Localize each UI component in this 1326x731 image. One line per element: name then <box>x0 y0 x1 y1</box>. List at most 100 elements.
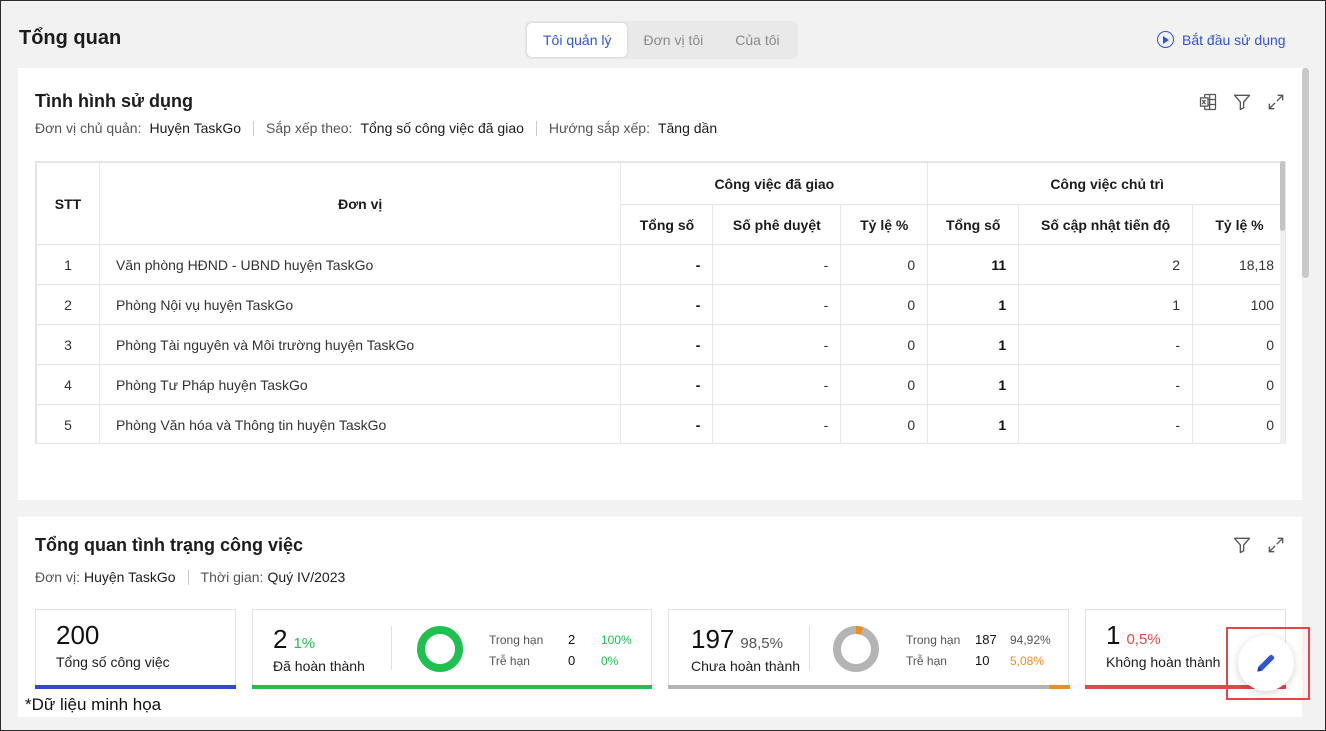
cell-chaired-total: 11 <box>927 244 1020 285</box>
time-label: Thời gian: <box>200 569 264 585</box>
cell-assigned-rate: 0 <box>840 324 929 365</box>
cell-assigned-total: - <box>620 244 714 285</box>
completed-pct: 1% <box>293 635 316 652</box>
cell-unit: Phòng Nội vụ huyện TaskGo <box>98 284 622 325</box>
edit-button[interactable] <box>1238 635 1294 691</box>
usage-table: STT Đơn vị Công việc đã giao Công việc c… <box>36 162 1285 443</box>
cell-unit: Phòng Tư Pháp huyện TaskGo <box>98 364 622 405</box>
header-assigned-approved: Số phê duyệt <box>712 204 842 245</box>
time-value: Quý IV/2023 <box>267 569 346 585</box>
cell-unit: Phòng Tài nguyên và Môi trường huyện Tas… <box>98 324 622 365</box>
cell-chaired-total: 1 <box>927 404 1020 443</box>
late-label: Trễ hạn <box>489 654 530 668</box>
header-chaired-group: Công việc chủ trì <box>927 162 1285 205</box>
usage-tools <box>1198 92 1286 112</box>
cell-stt: 3 <box>36 324 100 365</box>
late-pct: 0% <box>601 654 619 668</box>
excel-export-icon[interactable] <box>1198 92 1218 112</box>
cell-chaired-total: 1 <box>927 324 1020 365</box>
cell-assigned-total: - <box>620 364 714 405</box>
not-completed-label: Không hoàn thành <box>1106 654 1221 670</box>
cell-assigned-approved: - <box>712 324 842 365</box>
cell-chaired-rate: 18,18 <box>1192 244 1285 285</box>
filter-icon[interactable] <box>1232 535 1252 555</box>
header-unit: Đơn vị <box>98 162 622 245</box>
total-tasks-value: 200 <box>56 620 100 650</box>
cell-stt: 1 <box>36 244 100 285</box>
incomplete-bar <box>668 685 1049 689</box>
ontime-value: 187 <box>975 632 997 647</box>
table-scrollbar[interactable] <box>1280 161 1285 444</box>
start-using-label: Bắt đầu sử dụng <box>1182 31 1286 48</box>
tab-toi-quan-ly[interactable]: Tôi quản lý <box>527 23 628 57</box>
usage-meta: Đơn vị chủ quản: Huyện TaskGo Sắp xếp th… <box>35 120 717 136</box>
divider <box>253 120 255 136</box>
incomplete-label: Chưa hoàn thành <box>691 658 801 674</box>
table-row[interactable]: 1 Văn phòng HĐND - UBND huyện TaskGo - -… <box>36 244 1285 285</box>
incomplete-value: 197 <box>691 624 735 654</box>
ontime-pct: 94,92% <box>1010 633 1051 647</box>
sort-value: Tổng số công việc đã giao <box>360 120 524 136</box>
play-circle-icon <box>1157 31 1174 48</box>
filter-icon[interactable] <box>1232 92 1252 112</box>
header-assigned-rate: Tỷ lệ % <box>840 204 929 245</box>
cell-assigned-total: - <box>620 284 714 325</box>
ontime-pct: 100% <box>601 633 632 647</box>
tab-don-vi-toi[interactable]: Đơn vị tôi <box>627 23 719 57</box>
sort-label: Sắp xếp theo: <box>266 120 353 136</box>
start-using-link[interactable]: Bắt đầu sử dụng <box>1157 31 1286 48</box>
cell-assigned-approved: - <box>712 244 842 285</box>
tab-cua-toi[interactable]: Của tôi <box>719 23 795 57</box>
completed-label: Đã hoàn thành <box>273 658 365 674</box>
incomplete-card[interactable]: 197 98,5% Chưa hoàn thành Trong hạn 187 … <box>668 609 1070 689</box>
ontime-label: Trong hạn <box>489 633 544 647</box>
divider <box>187 569 189 585</box>
not-completed-value: 1 <box>1106 620 1121 650</box>
cell-chaired-rate: 0 <box>1192 404 1285 443</box>
usage-table-wrap[interactable]: STT Đơn vị Công việc đã giao Công việc c… <box>35 161 1286 444</box>
expand-icon[interactable] <box>1266 535 1286 555</box>
overview-title: Tổng quan tình trạng công việc <box>35 535 303 555</box>
sample-data-note: *Dữ liệu minh họa <box>25 695 162 714</box>
cell-stt: 5 <box>36 404 100 443</box>
page-scrollbar-thumb[interactable] <box>1302 68 1309 278</box>
completed-donut <box>417 626 463 672</box>
usage-card: Tình hình sử dụng Đơn vị chủ quản: Huyện… <box>18 68 1302 500</box>
header-assigned-total: Tổng số <box>620 204 714 245</box>
cell-assigned-rate: 0 <box>840 244 929 285</box>
header-assigned-group: Công việc đã giao <box>620 162 929 205</box>
cell-chaired-rate: 0 <box>1192 324 1285 365</box>
total-tasks-card[interactable]: 200 Tổng số công việc <box>35 609 236 689</box>
late-label: Trễ hạn <box>906 654 947 668</box>
completed-card[interactable]: 2 1% Đã hoàn thành Trong hạn 2 100% Trễ … <box>252 609 652 689</box>
cell-chaired-rate: 0 <box>1192 364 1285 405</box>
cell-chaired-updated: 2 <box>1018 244 1193 285</box>
divider <box>535 120 537 136</box>
header-stt: STT <box>36 162 100 245</box>
cell-assigned-approved: - <box>712 404 842 443</box>
cell-assigned-approved: - <box>712 364 842 405</box>
page-title: Tổng quan <box>19 27 122 49</box>
header-chaired-rate: Tỷ lệ % <box>1192 204 1285 245</box>
ontime-label: Trong hạn <box>906 633 961 647</box>
cell-assigned-total: - <box>620 324 714 365</box>
table-row[interactable]: 2 Phòng Nội vụ huyện TaskGo - - 0 1 1 10… <box>36 284 1285 325</box>
table-row[interactable]: 3 Phòng Tài nguyên và Môi trường huyện T… <box>36 324 1285 365</box>
expand-icon[interactable] <box>1266 92 1286 112</box>
cell-assigned-rate: 0 <box>840 364 929 405</box>
table-row[interactable]: 5 Phòng Văn hóa và Thông tin huyện TaskG… <box>36 404 1285 443</box>
order-label: Hướng sắp xếp: <box>548 120 650 136</box>
not-completed-pct: 0,5% <box>1126 631 1161 648</box>
table-scrollbar-thumb[interactable] <box>1280 161 1285 231</box>
top-bar: Tổng quan Tôi quản lý Đơn vị tôi Của tôi… <box>1 1 1325 67</box>
view-tabs: Tôi quản lý Đơn vị tôi Của tôi <box>525 21 798 59</box>
completed-value: 2 <box>273 624 288 654</box>
cell-stt: 2 <box>36 284 100 325</box>
divider <box>391 626 392 670</box>
overview-card: Tổng quan tình trạng công việc Đơn vị: H… <box>18 517 1302 717</box>
usage-title: Tình hình sử dụng <box>35 91 194 111</box>
completed-bar <box>252 685 652 689</box>
late-value: 0 <box>568 653 576 668</box>
cell-assigned-rate: 0 <box>840 284 929 325</box>
table-row[interactable]: 4 Phòng Tư Pháp huyện TaskGo - - 0 1 - 0 <box>36 364 1285 405</box>
